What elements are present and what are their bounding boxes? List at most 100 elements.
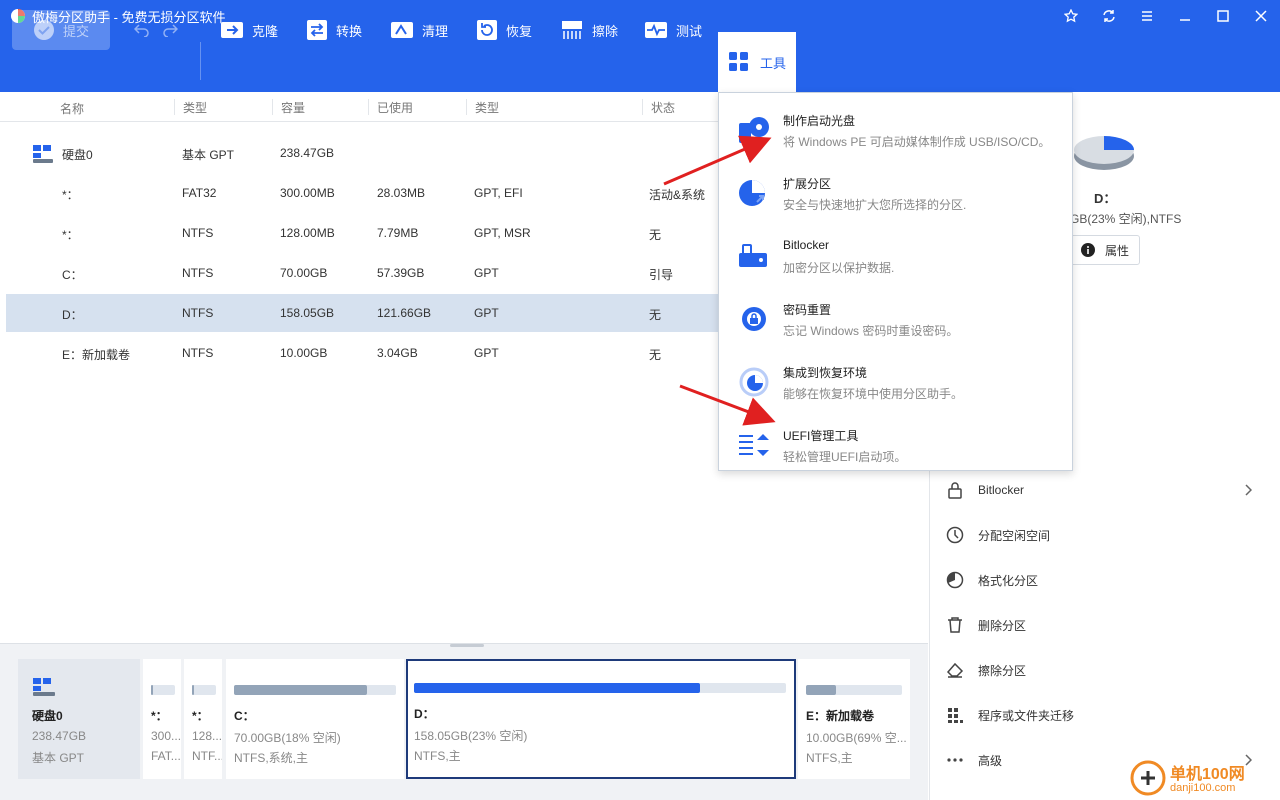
tools-tab[interactable]: 工具: [718, 32, 796, 92]
side-item-format[interactable]: 格式化分区: [946, 568, 1038, 592]
row-cap: 10.00GB: [280, 346, 328, 360]
row-status: 无: [649, 308, 662, 322]
submit-button[interactable]: 提交: [12, 10, 110, 50]
gear-lock-icon: [742, 307, 766, 331]
part-name: C：: [234, 709, 255, 723]
side-item-delete[interactable]: 删除分区: [946, 613, 1026, 637]
maximize-icon[interactable]: [1204, 0, 1242, 32]
disk-icon: [33, 145, 53, 163]
part-fs: FAT...: [151, 749, 181, 763]
properties-button[interactable]: 属性: [1070, 235, 1140, 265]
test-icon: [645, 22, 667, 38]
row-status: 引导: [649, 268, 674, 282]
disk-capacity: 238.47GB: [280, 146, 335, 160]
chevron-right-icon: [1245, 484, 1252, 496]
test-button[interactable]: 测试: [644, 10, 702, 50]
partition-card[interactable]: C： 70.00GB(18% 空闲) NTFS,系统,主: [226, 659, 404, 779]
part-fs: NTFS,系统,主: [234, 751, 308, 765]
row-cap: 70.00GB: [280, 266, 328, 280]
format-icon: [946, 571, 964, 589]
minimize-icon[interactable]: [1166, 0, 1204, 32]
row-used: 7.79MB: [377, 226, 419, 240]
row-ptype: GPT, MSR: [474, 226, 531, 240]
resize-handle[interactable]: [450, 644, 484, 647]
row-name: *：: [62, 228, 79, 242]
usage-fill: [414, 683, 701, 693]
row-used: 121.66GB: [377, 306, 432, 320]
menu-item-password-reset[interactable]: 密码重置 忘记 Windows 密码时重设密码。: [719, 288, 1072, 350]
toolbar: [0, 32, 1280, 92]
row-fs: NTFS: [182, 346, 214, 360]
menu-item-bitlocker[interactable]: Bitlocker 加密分区以保护数据.: [719, 225, 1072, 287]
row-used: 57.39GB: [377, 266, 425, 280]
menu-item-recovery-env[interactable]: 集成到恢复环境 能够在恢复环境中使用分区助手。: [719, 351, 1072, 413]
row-used: 3.04GB: [377, 346, 418, 360]
bitlocker-drive-icon: [739, 244, 767, 267]
partition-card[interactable]: *： 128... NTF...: [184, 659, 222, 779]
extend-partition-icon: [739, 180, 765, 206]
col-used[interactable]: 已使用: [368, 99, 413, 115]
col-capacity[interactable]: 容量: [272, 99, 305, 115]
disk-card-name: 硬盘0: [32, 709, 63, 723]
side-item-wipe[interactable]: 擦除分区: [946, 658, 1026, 682]
star-icon[interactable]: [1052, 0, 1090, 32]
partition-card[interactable]: *： 300... FAT...: [143, 659, 181, 779]
lock-icon: [948, 482, 962, 499]
row-fs: NTFS: [182, 306, 214, 320]
partition-card[interactable]: E：新加载卷 10.00GB(69% 空... NTFS,主: [798, 659, 910, 779]
disk-card-type: 基本 GPT: [32, 751, 85, 765]
side-item-allocate[interactable]: 分配空闲空间: [946, 523, 1050, 547]
part-name: E：新加载卷: [806, 709, 875, 723]
part-fs: NTFS,主: [806, 751, 853, 765]
menu-icon[interactable]: [1128, 0, 1166, 32]
part-size: 158.05GB(23% 空闲): [414, 729, 528, 743]
disk-card-size: 238.47GB: [32, 729, 87, 743]
row-used: 28.03MB: [377, 186, 426, 200]
undo-button[interactable]: [134, 10, 158, 50]
part-name: *：: [192, 709, 209, 723]
watermark-text: 单机100网: [1170, 766, 1245, 783]
usage-bar: [192, 685, 216, 695]
recover-icon: [477, 20, 497, 40]
clone-button[interactable]: 克隆: [220, 10, 278, 50]
watermark-logo-icon: [1130, 760, 1166, 796]
menu-item-uefi[interactable]: UEFI管理工具 轻松管理UEFI启动项。: [719, 414, 1072, 476]
recovery-env-icon: [739, 367, 769, 397]
row-ptype: GPT: [474, 266, 499, 280]
col-status[interactable]: 状态: [642, 99, 675, 115]
row-status: 无: [649, 348, 662, 362]
redo-icon: [163, 24, 178, 37]
grid-dots-icon: [948, 708, 963, 723]
tools-menu: 制作启动光盘 将 Windows PE 可启动媒体制作成 USB/ISO/CD。…: [718, 92, 1073, 471]
redo-button[interactable]: [162, 10, 186, 50]
side-item-bitlocker[interactable]: Bitlocker: [946, 478, 1266, 502]
convert-button[interactable]: 转换: [306, 10, 362, 50]
usage-fill: [806, 685, 836, 695]
col-name[interactable]: 名称: [60, 100, 84, 117]
clean-icon: [391, 22, 413, 38]
usage-bar: [414, 683, 786, 693]
row-name: C：: [62, 268, 83, 282]
menu-item-bootable-media[interactable]: 制作启动光盘 将 Windows PE 可启动媒体制作成 USB/ISO/CD。: [719, 99, 1072, 161]
row-status: 活动&系统: [649, 188, 706, 202]
tools-grid-icon: [728, 52, 748, 71]
col-ptype[interactable]: 类型: [466, 99, 499, 115]
clock-pie-icon: [946, 526, 964, 544]
convert-icon: [307, 20, 327, 40]
col-type[interactable]: 类型: [174, 99, 207, 115]
disk-card[interactable]: 硬盘0 238.47GB 基本 GPT: [18, 659, 140, 779]
uefi-sort-icon: [739, 434, 769, 456]
row-fs: NTFS: [182, 266, 214, 280]
recover-button[interactable]: 恢复: [476, 10, 532, 50]
row-status: 无: [649, 228, 662, 242]
clean-button[interactable]: 清理: [390, 10, 448, 50]
disk-type: 基本 GPT: [182, 148, 235, 162]
menu-item-extend[interactable]: 扩展分区 安全与快速地扩大您所选择的分区.: [719, 162, 1072, 224]
refresh-icon[interactable]: [1090, 0, 1128, 32]
partition-card-selected[interactable]: D： 158.05GB(23% 空闲) NTFS,主: [406, 659, 796, 779]
close-icon[interactable]: [1242, 0, 1280, 32]
wipe-button[interactable]: 擦除: [560, 10, 618, 50]
side-item-migrate[interactable]: 程序或文件夹迁移: [946, 703, 1074, 727]
disk-map: 硬盘0 238.47GB 基本 GPT *： 300... FAT... *： …: [0, 643, 928, 800]
trash-icon: [948, 617, 962, 633]
